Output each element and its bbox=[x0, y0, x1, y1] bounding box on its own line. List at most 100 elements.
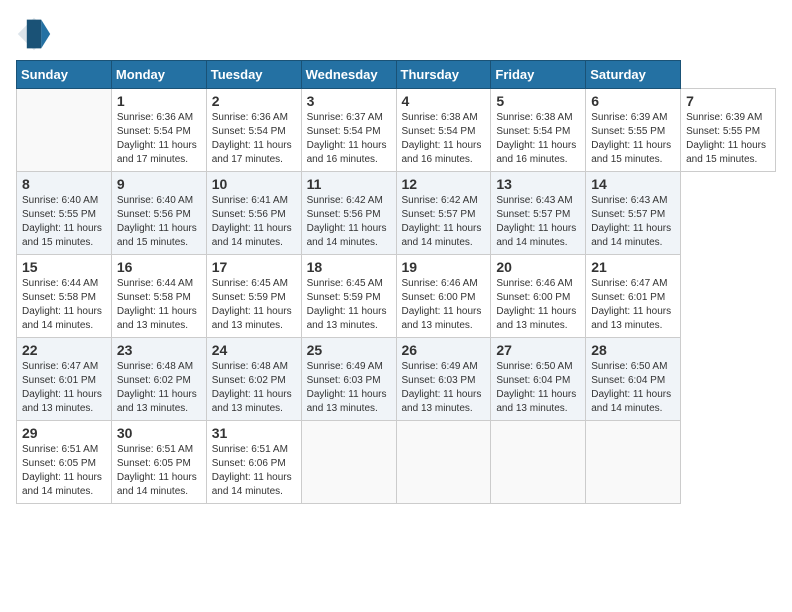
day-number: 6 bbox=[591, 93, 675, 109]
day-number: 18 bbox=[307, 259, 391, 275]
day-number: 30 bbox=[117, 425, 201, 441]
calendar-cell: 20 Sunrise: 6:46 AM Sunset: 6:00 PM Dayl… bbox=[491, 255, 586, 338]
calendar-cell bbox=[17, 89, 112, 172]
calendar-cell: 1 Sunrise: 6:36 AM Sunset: 5:54 PM Dayli… bbox=[111, 89, 206, 172]
day-detail: Sunrise: 6:45 AM Sunset: 5:59 PM Dayligh… bbox=[212, 277, 296, 333]
calendar-week-2: 8 Sunrise: 6:40 AM Sunset: 5:55 PM Dayli… bbox=[17, 172, 776, 255]
calendar-cell: 24 Sunrise: 6:48 AM Sunset: 6:02 PM Dayl… bbox=[206, 338, 301, 421]
day-detail: Sunrise: 6:46 AM Sunset: 6:00 PM Dayligh… bbox=[496, 277, 580, 333]
col-header-tuesday: Tuesday bbox=[206, 61, 301, 89]
day-detail: Sunrise: 6:47 AM Sunset: 6:01 PM Dayligh… bbox=[22, 360, 106, 416]
day-number: 21 bbox=[591, 259, 675, 275]
day-detail: Sunrise: 6:44 AM Sunset: 5:58 PM Dayligh… bbox=[117, 277, 201, 333]
day-detail: Sunrise: 6:38 AM Sunset: 5:54 PM Dayligh… bbox=[402, 111, 486, 167]
calendar-cell bbox=[301, 421, 396, 504]
calendar-cell: 3 Sunrise: 6:37 AM Sunset: 5:54 PM Dayli… bbox=[301, 89, 396, 172]
day-detail: Sunrise: 6:47 AM Sunset: 6:01 PM Dayligh… bbox=[591, 277, 675, 333]
day-detail: Sunrise: 6:37 AM Sunset: 5:54 PM Dayligh… bbox=[307, 111, 391, 167]
day-number: 29 bbox=[22, 425, 106, 441]
calendar-week-3: 15 Sunrise: 6:44 AM Sunset: 5:58 PM Dayl… bbox=[17, 255, 776, 338]
day-detail: Sunrise: 6:41 AM Sunset: 5:56 PM Dayligh… bbox=[212, 194, 296, 250]
col-header-saturday: Saturday bbox=[586, 61, 681, 89]
day-number: 1 bbox=[117, 93, 201, 109]
day-number: 13 bbox=[496, 176, 580, 192]
col-header-thursday: Thursday bbox=[396, 61, 491, 89]
calendar-cell bbox=[586, 421, 681, 504]
calendar-cell: 6 Sunrise: 6:39 AM Sunset: 5:55 PM Dayli… bbox=[586, 89, 681, 172]
calendar-week-4: 22 Sunrise: 6:47 AM Sunset: 6:01 PM Dayl… bbox=[17, 338, 776, 421]
day-number: 11 bbox=[307, 176, 391, 192]
calendar-cell: 5 Sunrise: 6:38 AM Sunset: 5:54 PM Dayli… bbox=[491, 89, 586, 172]
day-detail: Sunrise: 6:39 AM Sunset: 5:55 PM Dayligh… bbox=[591, 111, 675, 167]
day-detail: Sunrise: 6:50 AM Sunset: 6:04 PM Dayligh… bbox=[591, 360, 675, 416]
calendar-cell: 13 Sunrise: 6:43 AM Sunset: 5:57 PM Dayl… bbox=[491, 172, 586, 255]
day-detail: Sunrise: 6:36 AM Sunset: 5:54 PM Dayligh… bbox=[212, 111, 296, 167]
calendar-cell: 7 Sunrise: 6:39 AM Sunset: 5:55 PM Dayli… bbox=[681, 89, 776, 172]
day-number: 14 bbox=[591, 176, 675, 192]
day-detail: Sunrise: 6:43 AM Sunset: 5:57 PM Dayligh… bbox=[591, 194, 675, 250]
day-number: 15 bbox=[22, 259, 106, 275]
day-number: 28 bbox=[591, 342, 675, 358]
calendar-cell bbox=[396, 421, 491, 504]
day-detail: Sunrise: 6:44 AM Sunset: 5:58 PM Dayligh… bbox=[22, 277, 106, 333]
day-number: 26 bbox=[402, 342, 486, 358]
calendar-cell: 15 Sunrise: 6:44 AM Sunset: 5:58 PM Dayl… bbox=[17, 255, 112, 338]
calendar-cell: 12 Sunrise: 6:42 AM Sunset: 5:57 PM Dayl… bbox=[396, 172, 491, 255]
day-detail: Sunrise: 6:38 AM Sunset: 5:54 PM Dayligh… bbox=[496, 111, 580, 167]
logo bbox=[16, 16, 56, 52]
day-number: 2 bbox=[212, 93, 296, 109]
day-number: 17 bbox=[212, 259, 296, 275]
day-detail: Sunrise: 6:50 AM Sunset: 6:04 PM Dayligh… bbox=[496, 360, 580, 416]
calendar-week-1: 1 Sunrise: 6:36 AM Sunset: 5:54 PM Dayli… bbox=[17, 89, 776, 172]
day-detail: Sunrise: 6:42 AM Sunset: 5:56 PM Dayligh… bbox=[307, 194, 391, 250]
calendar-cell: 8 Sunrise: 6:40 AM Sunset: 5:55 PM Dayli… bbox=[17, 172, 112, 255]
day-detail: Sunrise: 6:43 AM Sunset: 5:57 PM Dayligh… bbox=[496, 194, 580, 250]
calendar-table: SundayMondayTuesdayWednesdayThursdayFrid… bbox=[16, 60, 776, 504]
calendar-cell: 4 Sunrise: 6:38 AM Sunset: 5:54 PM Dayli… bbox=[396, 89, 491, 172]
calendar-cell: 18 Sunrise: 6:45 AM Sunset: 5:59 PM Dayl… bbox=[301, 255, 396, 338]
day-detail: Sunrise: 6:51 AM Sunset: 6:05 PM Dayligh… bbox=[22, 443, 106, 499]
day-detail: Sunrise: 6:36 AM Sunset: 5:54 PM Dayligh… bbox=[117, 111, 201, 167]
calendar-cell: 23 Sunrise: 6:48 AM Sunset: 6:02 PM Dayl… bbox=[111, 338, 206, 421]
day-number: 9 bbox=[117, 176, 201, 192]
day-number: 8 bbox=[22, 176, 106, 192]
col-header-wednesday: Wednesday bbox=[301, 61, 396, 89]
calendar-cell: 17 Sunrise: 6:45 AM Sunset: 5:59 PM Dayl… bbox=[206, 255, 301, 338]
day-detail: Sunrise: 6:51 AM Sunset: 6:05 PM Dayligh… bbox=[117, 443, 201, 499]
col-header-monday: Monday bbox=[111, 61, 206, 89]
day-number: 7 bbox=[686, 93, 770, 109]
logo-icon bbox=[16, 16, 52, 52]
calendar-cell: 14 Sunrise: 6:43 AM Sunset: 5:57 PM Dayl… bbox=[586, 172, 681, 255]
day-detail: Sunrise: 6:46 AM Sunset: 6:00 PM Dayligh… bbox=[402, 277, 486, 333]
day-detail: Sunrise: 6:39 AM Sunset: 5:55 PM Dayligh… bbox=[686, 111, 770, 167]
calendar-cell: 16 Sunrise: 6:44 AM Sunset: 5:58 PM Dayl… bbox=[111, 255, 206, 338]
day-number: 16 bbox=[117, 259, 201, 275]
calendar-cell bbox=[491, 421, 586, 504]
calendar-cell: 31 Sunrise: 6:51 AM Sunset: 6:06 PM Dayl… bbox=[206, 421, 301, 504]
day-detail: Sunrise: 6:40 AM Sunset: 5:55 PM Dayligh… bbox=[22, 194, 106, 250]
calendar-cell: 21 Sunrise: 6:47 AM Sunset: 6:01 PM Dayl… bbox=[586, 255, 681, 338]
day-detail: Sunrise: 6:42 AM Sunset: 5:57 PM Dayligh… bbox=[402, 194, 486, 250]
day-detail: Sunrise: 6:48 AM Sunset: 6:02 PM Dayligh… bbox=[212, 360, 296, 416]
day-number: 4 bbox=[402, 93, 486, 109]
calendar-cell: 25 Sunrise: 6:49 AM Sunset: 6:03 PM Dayl… bbox=[301, 338, 396, 421]
day-number: 24 bbox=[212, 342, 296, 358]
calendar-cell: 26 Sunrise: 6:49 AM Sunset: 6:03 PM Dayl… bbox=[396, 338, 491, 421]
calendar-cell: 28 Sunrise: 6:50 AM Sunset: 6:04 PM Dayl… bbox=[586, 338, 681, 421]
day-detail: Sunrise: 6:45 AM Sunset: 5:59 PM Dayligh… bbox=[307, 277, 391, 333]
calendar-cell: 27 Sunrise: 6:50 AM Sunset: 6:04 PM Dayl… bbox=[491, 338, 586, 421]
calendar-cell: 10 Sunrise: 6:41 AM Sunset: 5:56 PM Dayl… bbox=[206, 172, 301, 255]
calendar-cell: 9 Sunrise: 6:40 AM Sunset: 5:56 PM Dayli… bbox=[111, 172, 206, 255]
day-detail: Sunrise: 6:51 AM Sunset: 6:06 PM Dayligh… bbox=[212, 443, 296, 499]
calendar-cell: 19 Sunrise: 6:46 AM Sunset: 6:00 PM Dayl… bbox=[396, 255, 491, 338]
day-number: 27 bbox=[496, 342, 580, 358]
day-number: 3 bbox=[307, 93, 391, 109]
day-number: 25 bbox=[307, 342, 391, 358]
calendar-cell: 2 Sunrise: 6:36 AM Sunset: 5:54 PM Dayli… bbox=[206, 89, 301, 172]
page-header bbox=[16, 16, 776, 52]
day-detail: Sunrise: 6:48 AM Sunset: 6:02 PM Dayligh… bbox=[117, 360, 201, 416]
col-header-sunday: Sunday bbox=[17, 61, 112, 89]
day-detail: Sunrise: 6:49 AM Sunset: 6:03 PM Dayligh… bbox=[402, 360, 486, 416]
day-number: 22 bbox=[22, 342, 106, 358]
calendar-cell: 11 Sunrise: 6:42 AM Sunset: 5:56 PM Dayl… bbox=[301, 172, 396, 255]
